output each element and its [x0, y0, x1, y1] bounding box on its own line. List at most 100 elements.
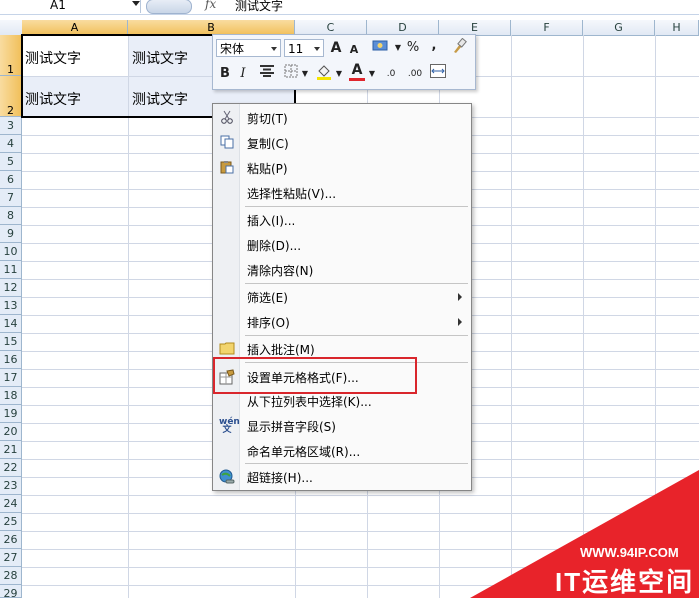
menu-separator [245, 335, 468, 336]
row-header-29[interactable]: 29 [0, 585, 22, 600]
comma-style-button[interactable]: , [428, 36, 440, 56]
row-header-2[interactable]: 2 [0, 76, 22, 117]
row-header-24[interactable]: 24 [0, 495, 22, 513]
menu-item-insert[interactable]: 插入(I)... [213, 208, 471, 232]
chevron-down-icon[interactable]: ▼ [335, 64, 343, 84]
row-header-4[interactable]: 4 [0, 135, 22, 153]
row-header-17[interactable]: 17 [0, 369, 22, 387]
menu-item-paste-special[interactable]: 选择性粘贴(V)... [213, 181, 471, 205]
grow-font-button[interactable]: A [328, 38, 344, 58]
row-header-10[interactable]: 10 [0, 243, 22, 261]
borders-icon[interactable] [283, 64, 299, 84]
menu-item-label: 清除内容(N) [247, 264, 314, 278]
menu-separator [245, 463, 468, 464]
row-header-15[interactable]: 15 [0, 333, 22, 351]
shrink-font-button[interactable]: A [347, 40, 361, 60]
chevron-down-icon[interactable] [314, 47, 320, 51]
menu-item-delete[interactable]: 删除(D)... [213, 233, 471, 257]
row-header-8[interactable]: 8 [0, 207, 22, 225]
scissors-icon [219, 110, 235, 126]
row-header-18[interactable]: 18 [0, 387, 22, 405]
formula-bar-resize-handle[interactable] [146, 0, 192, 14]
row-header-20[interactable]: 20 [0, 423, 22, 441]
column-header-g[interactable]: G [583, 20, 655, 35]
decrease-decimal-button[interactable]: .00 [405, 64, 425, 84]
watermark-brand: IT运维空间 [555, 567, 695, 597]
row-header-21[interactable]: 21 [0, 441, 22, 459]
format-painter-icon[interactable] [450, 37, 468, 58]
increase-decimal-button[interactable]: .0 [381, 64, 401, 84]
menu-item-hyperlink[interactable]: 超链接(H)... [213, 465, 471, 489]
chevron-down-icon[interactable]: ▼ [394, 38, 402, 58]
menu-item-label: 排序(O) [247, 316, 290, 330]
center-align-icon[interactable] [259, 64, 275, 84]
menu-item-cut[interactable]: 剪切(T) [213, 106, 471, 130]
column-header-f[interactable]: F [511, 20, 583, 35]
formula-input[interactable]: 测试文字 [235, 0, 283, 14]
chevron-down-icon[interactable] [271, 47, 277, 51]
menu-item-show-phonetic[interactable]: wén 文 显示拼音字段(S) [213, 414, 471, 438]
row-header-19[interactable]: 19 [0, 405, 22, 423]
row-header-1[interactable]: 1 [0, 35, 22, 76]
row-header-13[interactable]: 13 [0, 297, 22, 315]
chevron-right-icon [458, 293, 462, 301]
row-header-22[interactable]: 22 [0, 459, 22, 477]
row-header-16[interactable]: 16 [0, 351, 22, 369]
font-size-combo[interactable]: 11 [284, 39, 324, 57]
fill-color-icon[interactable] [315, 64, 333, 84]
row-header-25[interactable]: 25 [0, 513, 22, 531]
chevron-down-icon[interactable] [132, 1, 140, 6]
italic-button[interactable]: I [236, 64, 250, 84]
chevron-down-icon[interactable]: ▼ [301, 64, 309, 84]
row-header-23[interactable]: 23 [0, 477, 22, 495]
menu-item-clear-contents[interactable]: 清除内容(N) [213, 258, 471, 282]
menu-item-label: 删除(D)... [247, 239, 302, 253]
menu-item-copy[interactable]: 复制(C) [213, 131, 471, 155]
insert-function-icon[interactable]: fx [205, 0, 216, 11]
accounting-format-icon[interactable] [371, 38, 391, 58]
row-header-3[interactable]: 3 [0, 117, 22, 135]
chevron-down-icon[interactable]: ▼ [368, 64, 376, 84]
menu-item-label: 粘贴(P) [247, 162, 288, 176]
row-header-5[interactable]: 5 [0, 153, 22, 171]
font-name-combo[interactable]: 宋体 [216, 39, 281, 57]
menu-separator [245, 206, 468, 207]
row-header-12[interactable]: 12 [0, 279, 22, 297]
column-header-c[interactable]: C [295, 20, 367, 35]
row-header-28[interactable]: 28 [0, 567, 22, 585]
menu-item-label: 插入批注(M) [247, 343, 315, 357]
column-header-h[interactable]: H [655, 20, 699, 35]
percent-style-button[interactable]: % [405, 38, 421, 58]
context-menu: 剪切(T) 复制(C) 粘贴(P) 选择性粘贴(V)... 插入(I)... 删… [212, 103, 472, 491]
row-header-6[interactable]: 6 [0, 171, 22, 189]
menu-item-sort[interactable]: 排序(O) [213, 310, 471, 334]
name-box[interactable]: A1 [0, 0, 141, 13]
row-header-26[interactable]: 26 [0, 531, 22, 549]
menu-item-paste[interactable]: 粘贴(P) [213, 156, 471, 180]
menu-item-define-name[interactable]: 命名单元格区域(R)... [213, 439, 471, 463]
chevron-right-icon [458, 318, 462, 326]
merge-center-icon[interactable] [429, 64, 447, 84]
menu-item-label: 筛选(E) [247, 291, 288, 305]
highlight-annotation-box [213, 357, 417, 394]
column-header-a[interactable]: A [22, 20, 128, 35]
row-header-11[interactable]: 11 [0, 261, 22, 279]
bold-button[interactable]: B [217, 64, 233, 84]
row-header-9[interactable]: 9 [0, 225, 22, 243]
row-header-7[interactable]: 7 [0, 189, 22, 207]
row-header-14[interactable]: 14 [0, 315, 22, 333]
menu-item-filter[interactable]: 筛选(E) [213, 285, 471, 309]
formula-bar: A1 fx 测试文字 [0, 0, 699, 15]
font-size-value: 11 [288, 42, 304, 56]
menu-item-label: 从下拉列表中选择(K)... [247, 395, 372, 409]
comment-icon [219, 341, 235, 357]
column-header-e[interactable]: E [439, 20, 511, 35]
name-box-value: A1 [50, 0, 66, 12]
copy-icon [219, 135, 235, 151]
font-color-button[interactable]: A [349, 62, 365, 81]
column-header-d[interactable]: D [367, 20, 439, 35]
menu-item-label: 剪切(T) [247, 112, 288, 126]
paste-icon [219, 160, 235, 176]
column-header-b[interactable]: B [128, 20, 295, 35]
row-header-27[interactable]: 27 [0, 549, 22, 567]
